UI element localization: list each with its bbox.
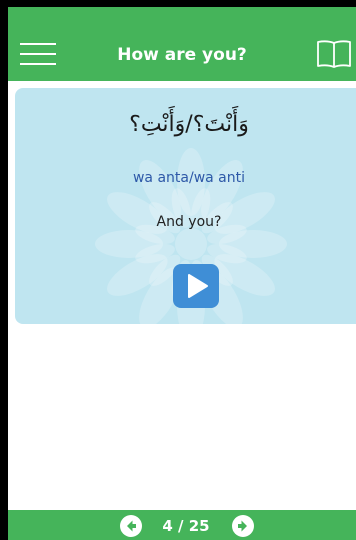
arabic-phrase: وَأَنْتَ؟/وَأَنْتِ؟ bbox=[129, 112, 249, 137]
play-audio-button[interactable] bbox=[173, 264, 219, 308]
book-icon bbox=[317, 40, 351, 68]
page-title: How are you? bbox=[117, 45, 247, 65]
play-icon bbox=[188, 274, 208, 298]
previous-button[interactable] bbox=[120, 515, 142, 537]
menu-line-bottom bbox=[20, 63, 56, 65]
bottom-pager-bar: 4 / 25 bbox=[8, 510, 356, 540]
arrow-right-circle-icon bbox=[232, 515, 254, 537]
top-bar: How are you? bbox=[8, 7, 356, 81]
next-button[interactable] bbox=[232, 515, 254, 537]
transliteration-text: wa anta/wa anti bbox=[132, 170, 246, 186]
menu-line-top bbox=[20, 43, 56, 45]
app-frame: How are you? وَأَنْتَ؟/وَأَنْتِ؟ wa anta… bbox=[8, 7, 356, 540]
menu-line-middle bbox=[20, 53, 56, 55]
menu-button[interactable] bbox=[20, 42, 56, 66]
phrase-card: وَأَنْتَ؟/وَأَنْتِ؟ wa anta/wa anti And … bbox=[15, 88, 356, 324]
translation-text: And you? bbox=[156, 214, 222, 230]
book-button[interactable] bbox=[314, 39, 354, 69]
arrow-left-circle-icon bbox=[120, 515, 142, 537]
page-counter: 4 / 25 bbox=[162, 517, 210, 535]
